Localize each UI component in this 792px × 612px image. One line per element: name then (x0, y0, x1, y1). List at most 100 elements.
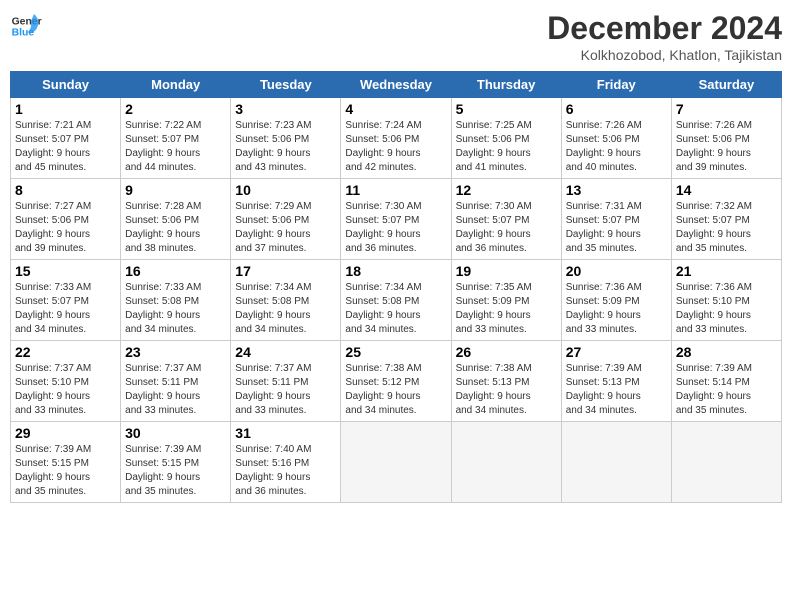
day-cell: 9 Sunrise: 7:28 AM Sunset: 5:06 PM Daylig… (121, 179, 231, 260)
day-number: 29 (15, 425, 116, 441)
day-info: Sunrise: 7:30 AM Sunset: 5:07 PM Dayligh… (345, 200, 446, 256)
day-number: 6 (566, 101, 667, 117)
day-cell: 2 Sunrise: 7:22 AM Sunset: 5:07 PM Daylig… (121, 98, 231, 179)
day-number: 31 (235, 425, 336, 441)
day-info: Sunrise: 7:39 AM Sunset: 5:13 PM Dayligh… (566, 362, 667, 418)
day-info: Sunrise: 7:27 AM Sunset: 5:06 PM Dayligh… (15, 200, 116, 256)
header-row: SundayMondayTuesdayWednesdayThursdayFrid… (11, 72, 782, 98)
day-number: 16 (125, 263, 226, 279)
day-cell: 29 Sunrise: 7:39 AM Sunset: 5:15 PM Dayli… (11, 422, 121, 503)
day-cell: 10 Sunrise: 7:29 AM Sunset: 5:06 PM Dayli… (231, 179, 341, 260)
week-row-1: 1Sunrise: 7:21 AM Sunset: 5:07 PM Daylig… (11, 98, 782, 179)
day-info: Sunrise: 7:26 AM Sunset: 5:06 PM Dayligh… (676, 119, 777, 175)
day-cell: 13 Sunrise: 7:31 AM Sunset: 5:07 PM Dayli… (561, 179, 671, 260)
day-cell: 12Sunrise: 7:30 AM Sunset: 5:07 PM Dayli… (451, 179, 561, 260)
day-cell (561, 422, 671, 503)
week-row-5: 29 Sunrise: 7:39 AM Sunset: 5:15 PM Dayli… (11, 422, 782, 503)
day-number: 15 (15, 263, 116, 279)
day-cell: 18 Sunrise: 7:34 AM Sunset: 5:08 PM Dayli… (341, 260, 451, 341)
day-number: 20 (566, 263, 667, 279)
day-info: Sunrise: 7:39 AM Sunset: 5:14 PM Dayligh… (676, 362, 777, 418)
day-cell: 5 Sunrise: 7:25 AM Sunset: 5:06 PM Daylig… (451, 98, 561, 179)
day-cell: 28Sunrise: 7:39 AM Sunset: 5:14 PM Dayli… (671, 341, 781, 422)
day-number: 9 (125, 182, 226, 198)
day-cell: 21 Sunrise: 7:36 AM Sunset: 5:10 PM Dayli… (671, 260, 781, 341)
day-number: 24 (235, 344, 336, 360)
day-info: Sunrise: 7:21 AM Sunset: 5:07 PM Dayligh… (15, 119, 116, 175)
logo-icon: General Blue (10, 10, 42, 42)
day-info: Sunrise: 7:40 AM Sunset: 5:16 PM Dayligh… (235, 443, 336, 499)
day-number: 12 (456, 182, 557, 198)
title-block: December 2024 Kolkhozobod, Khatlon, Taji… (547, 10, 782, 63)
day-info: Sunrise: 7:37 AM Sunset: 5:11 PM Dayligh… (125, 362, 226, 418)
day-info: Sunrise: 7:39 AM Sunset: 5:15 PM Dayligh… (15, 443, 116, 499)
day-info: Sunrise: 7:26 AM Sunset: 5:06 PM Dayligh… (566, 119, 667, 175)
day-cell: 17 Sunrise: 7:34 AM Sunset: 5:08 PM Dayli… (231, 260, 341, 341)
day-cell (451, 422, 561, 503)
day-number: 14 (676, 182, 777, 198)
day-number: 7 (676, 101, 777, 117)
day-cell: 25 Sunrise: 7:38 AM Sunset: 5:12 PM Dayli… (341, 341, 451, 422)
day-info: Sunrise: 7:37 AM Sunset: 5:11 PM Dayligh… (235, 362, 336, 418)
day-info: Sunrise: 7:22 AM Sunset: 5:07 PM Dayligh… (125, 119, 226, 175)
day-number: 8 (15, 182, 116, 198)
day-number: 11 (345, 182, 446, 198)
day-cell: 26 Sunrise: 7:38 AM Sunset: 5:13 PM Dayli… (451, 341, 561, 422)
day-number: 13 (566, 182, 667, 198)
day-info: Sunrise: 7:35 AM Sunset: 5:09 PM Dayligh… (456, 281, 557, 337)
day-cell: 30 Sunrise: 7:39 AM Sunset: 5:15 PM Dayli… (121, 422, 231, 503)
day-cell: 23Sunrise: 7:37 AM Sunset: 5:11 PM Dayli… (121, 341, 231, 422)
location: Kolkhozobod, Khatlon, Tajikistan (547, 47, 782, 63)
day-cell: 19 Sunrise: 7:35 AM Sunset: 5:09 PM Dayli… (451, 260, 561, 341)
day-info: Sunrise: 7:31 AM Sunset: 5:07 PM Dayligh… (566, 200, 667, 256)
day-cell: 3Sunrise: 7:23 AM Sunset: 5:06 PM Daylig… (231, 98, 341, 179)
day-number: 30 (125, 425, 226, 441)
day-number: 22 (15, 344, 116, 360)
day-cell (671, 422, 781, 503)
day-number: 2 (125, 101, 226, 117)
day-info: Sunrise: 7:25 AM Sunset: 5:06 PM Dayligh… (456, 119, 557, 175)
day-info: Sunrise: 7:34 AM Sunset: 5:08 PM Dayligh… (235, 281, 336, 337)
calendar-table: SundayMondayTuesdayWednesdayThursdayFrid… (10, 71, 782, 503)
col-header-monday: Monday (121, 72, 231, 98)
day-info: Sunrise: 7:34 AM Sunset: 5:08 PM Dayligh… (345, 281, 446, 337)
day-number: 21 (676, 263, 777, 279)
week-row-2: 8 Sunrise: 7:27 AM Sunset: 5:06 PM Daylig… (11, 179, 782, 260)
day-info: Sunrise: 7:33 AM Sunset: 5:08 PM Dayligh… (125, 281, 226, 337)
day-info: Sunrise: 7:36 AM Sunset: 5:10 PM Dayligh… (676, 281, 777, 337)
col-header-thursday: Thursday (451, 72, 561, 98)
day-cell: 24 Sunrise: 7:37 AM Sunset: 5:11 PM Dayli… (231, 341, 341, 422)
day-number: 17 (235, 263, 336, 279)
week-row-3: 15 Sunrise: 7:33 AM Sunset: 5:07 PM Dayli… (11, 260, 782, 341)
day-info: Sunrise: 7:28 AM Sunset: 5:06 PM Dayligh… (125, 200, 226, 256)
col-header-sunday: Sunday (11, 72, 121, 98)
day-cell: 31 Sunrise: 7:40 AM Sunset: 5:16 PM Dayli… (231, 422, 341, 503)
day-info: Sunrise: 7:29 AM Sunset: 5:06 PM Dayligh… (235, 200, 336, 256)
day-cell: 1Sunrise: 7:21 AM Sunset: 5:07 PM Daylig… (11, 98, 121, 179)
day-info: Sunrise: 7:39 AM Sunset: 5:15 PM Dayligh… (125, 443, 226, 499)
day-number: 4 (345, 101, 446, 117)
day-info: Sunrise: 7:38 AM Sunset: 5:12 PM Dayligh… (345, 362, 446, 418)
day-cell (341, 422, 451, 503)
day-cell: 4 Sunrise: 7:24 AM Sunset: 5:06 PM Daylig… (341, 98, 451, 179)
col-header-wednesday: Wednesday (341, 72, 451, 98)
day-number: 26 (456, 344, 557, 360)
week-row-4: 22Sunrise: 7:37 AM Sunset: 5:10 PM Dayli… (11, 341, 782, 422)
day-number: 18 (345, 263, 446, 279)
page-header: General Blue December 2024 Kolkhozobod, … (10, 10, 782, 63)
day-number: 19 (456, 263, 557, 279)
day-cell: 8 Sunrise: 7:27 AM Sunset: 5:06 PM Daylig… (11, 179, 121, 260)
col-header-friday: Friday (561, 72, 671, 98)
day-info: Sunrise: 7:36 AM Sunset: 5:09 PM Dayligh… (566, 281, 667, 337)
day-number: 25 (345, 344, 446, 360)
day-info: Sunrise: 7:24 AM Sunset: 5:06 PM Dayligh… (345, 119, 446, 175)
day-number: 5 (456, 101, 557, 117)
day-number: 10 (235, 182, 336, 198)
month-title: December 2024 (547, 10, 782, 47)
day-info: Sunrise: 7:33 AM Sunset: 5:07 PM Dayligh… (15, 281, 116, 337)
day-number: 27 (566, 344, 667, 360)
day-info: Sunrise: 7:38 AM Sunset: 5:13 PM Dayligh… (456, 362, 557, 418)
day-cell: 20 Sunrise: 7:36 AM Sunset: 5:09 PM Dayli… (561, 260, 671, 341)
day-cell: 7 Sunrise: 7:26 AM Sunset: 5:06 PM Daylig… (671, 98, 781, 179)
col-header-saturday: Saturday (671, 72, 781, 98)
